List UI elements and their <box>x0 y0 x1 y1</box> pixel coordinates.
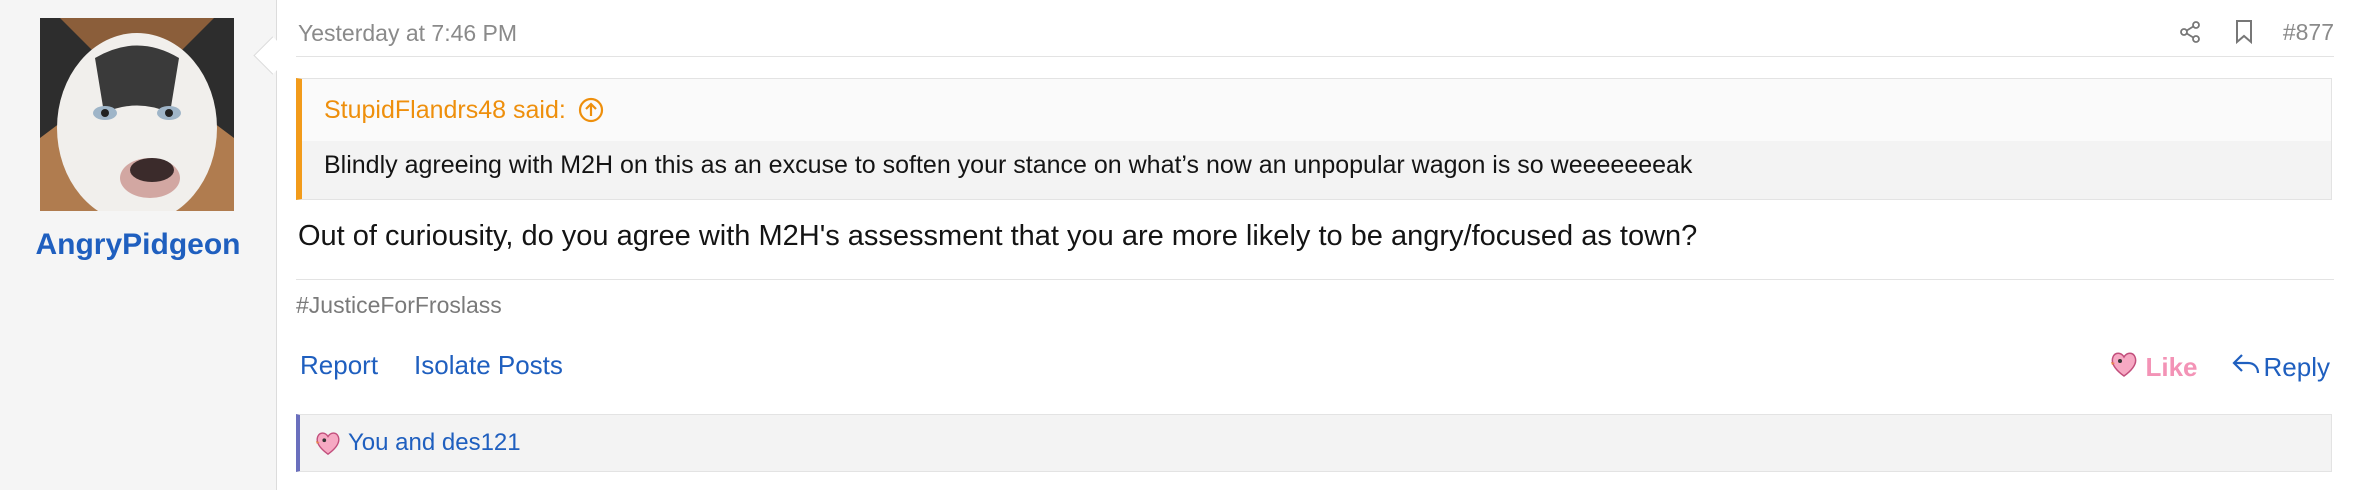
post-meta-bar: Yesterday at 7:46 PM #877 <box>296 0 2334 57</box>
reactions-text[interactable]: You and des121 <box>348 429 521 457</box>
heart-bird-icon <box>314 430 342 456</box>
signature: #JusticeForFroslass <box>296 279 2334 323</box>
reactions-bar[interactable]: You and des121 <box>296 414 2332 472</box>
user-sidebar: AngryPidgeon <box>0 0 277 490</box>
post-meta-actions: #877 <box>2175 14 2334 50</box>
share-icon[interactable] <box>2175 17 2205 47</box>
bookmark-icon[interactable] <box>2229 17 2259 47</box>
reply-arrow-icon <box>2231 352 2260 383</box>
isolate-posts-link[interactable]: Isolate Posts <box>414 350 563 381</box>
like-button[interactable]: Like <box>2109 350 2198 385</box>
quote-text: Blindly agreeing with M2H on this as an … <box>302 141 2331 199</box>
quote-block: StupidFlandrs48 said: Blindly agreeing w… <box>296 78 2332 200</box>
username[interactable]: AngryPidgeon <box>0 228 276 262</box>
post-message: Out of curiousity, do you agree with M2H… <box>298 220 1698 252</box>
post-actions-right: Like Reply <box>2109 350 2330 385</box>
like-label: Like <box>2145 352 2198 382</box>
avatar[interactable] <box>40 18 234 211</box>
quote-header[interactable]: StupidFlandrs48 said: <box>324 93 604 127</box>
heart-bird-icon <box>2109 350 2139 385</box>
post-actions-left: Report Isolate Posts <box>300 350 599 381</box>
post-timestamp[interactable]: Yesterday at 7:46 PM <box>298 20 517 47</box>
reply-button[interactable]: Reply <box>2231 352 2330 383</box>
report-link[interactable]: Report <box>300 350 378 381</box>
post-main: Yesterday at 7:46 PM #877 StupidFlandrs4… <box>296 0 2334 490</box>
reply-label: Reply <box>2263 352 2330 382</box>
arrow-up-circle-icon[interactable] <box>578 97 604 123</box>
quote-author[interactable]: StupidFlandrs48 said: <box>324 96 566 125</box>
post-number[interactable]: #877 <box>2283 19 2334 46</box>
